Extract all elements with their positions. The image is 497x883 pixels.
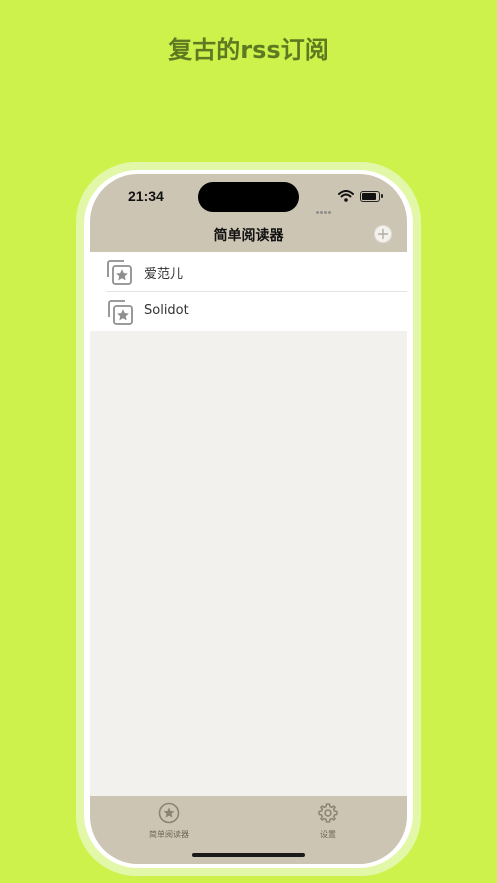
feed-label: Solidot — [144, 303, 189, 318]
tab-bar: 简单阅读器 设置 — [90, 796, 407, 864]
star-circle-icon — [158, 802, 180, 824]
feed-item-ifanr[interactable]: 爱范儿 — [90, 252, 407, 291]
tab-label: 设置 — [320, 830, 336, 839]
navigation-bar: 21:34 简单阅读器 — [90, 174, 407, 252]
starred-stack-icon — [108, 300, 133, 325]
home-indicator — [192, 853, 305, 857]
page-title: 简单阅读器 — [213, 228, 284, 244]
plus-circle-icon — [374, 225, 392, 243]
tab-label: 简单阅读器 — [149, 830, 189, 839]
phone-screen: 21:34 简单阅读器 爱范儿 Solidot 简单阅读器 设置 — [90, 174, 407, 864]
battery-icon — [360, 191, 383, 202]
status-time: 21:34 — [128, 188, 164, 204]
add-feed-button[interactable] — [374, 225, 392, 243]
signal-icon — [316, 199, 334, 214]
gear-icon — [318, 803, 338, 823]
tab-simple-reader[interactable]: 简单阅读器 — [129, 802, 209, 840]
starred-stack-icon — [107, 260, 132, 285]
promo-headline: 复古的rss订阅 — [168, 36, 329, 64]
tab-settings[interactable]: 设置 — [288, 802, 368, 840]
wifi-icon — [338, 190, 354, 202]
feed-item-solidot[interactable]: Solidot — [106, 291, 407, 331]
dynamic-island — [198, 182, 299, 212]
feed-label: 爱范儿 — [144, 267, 184, 282]
feed-list: 爱范儿 Solidot — [90, 252, 407, 331]
